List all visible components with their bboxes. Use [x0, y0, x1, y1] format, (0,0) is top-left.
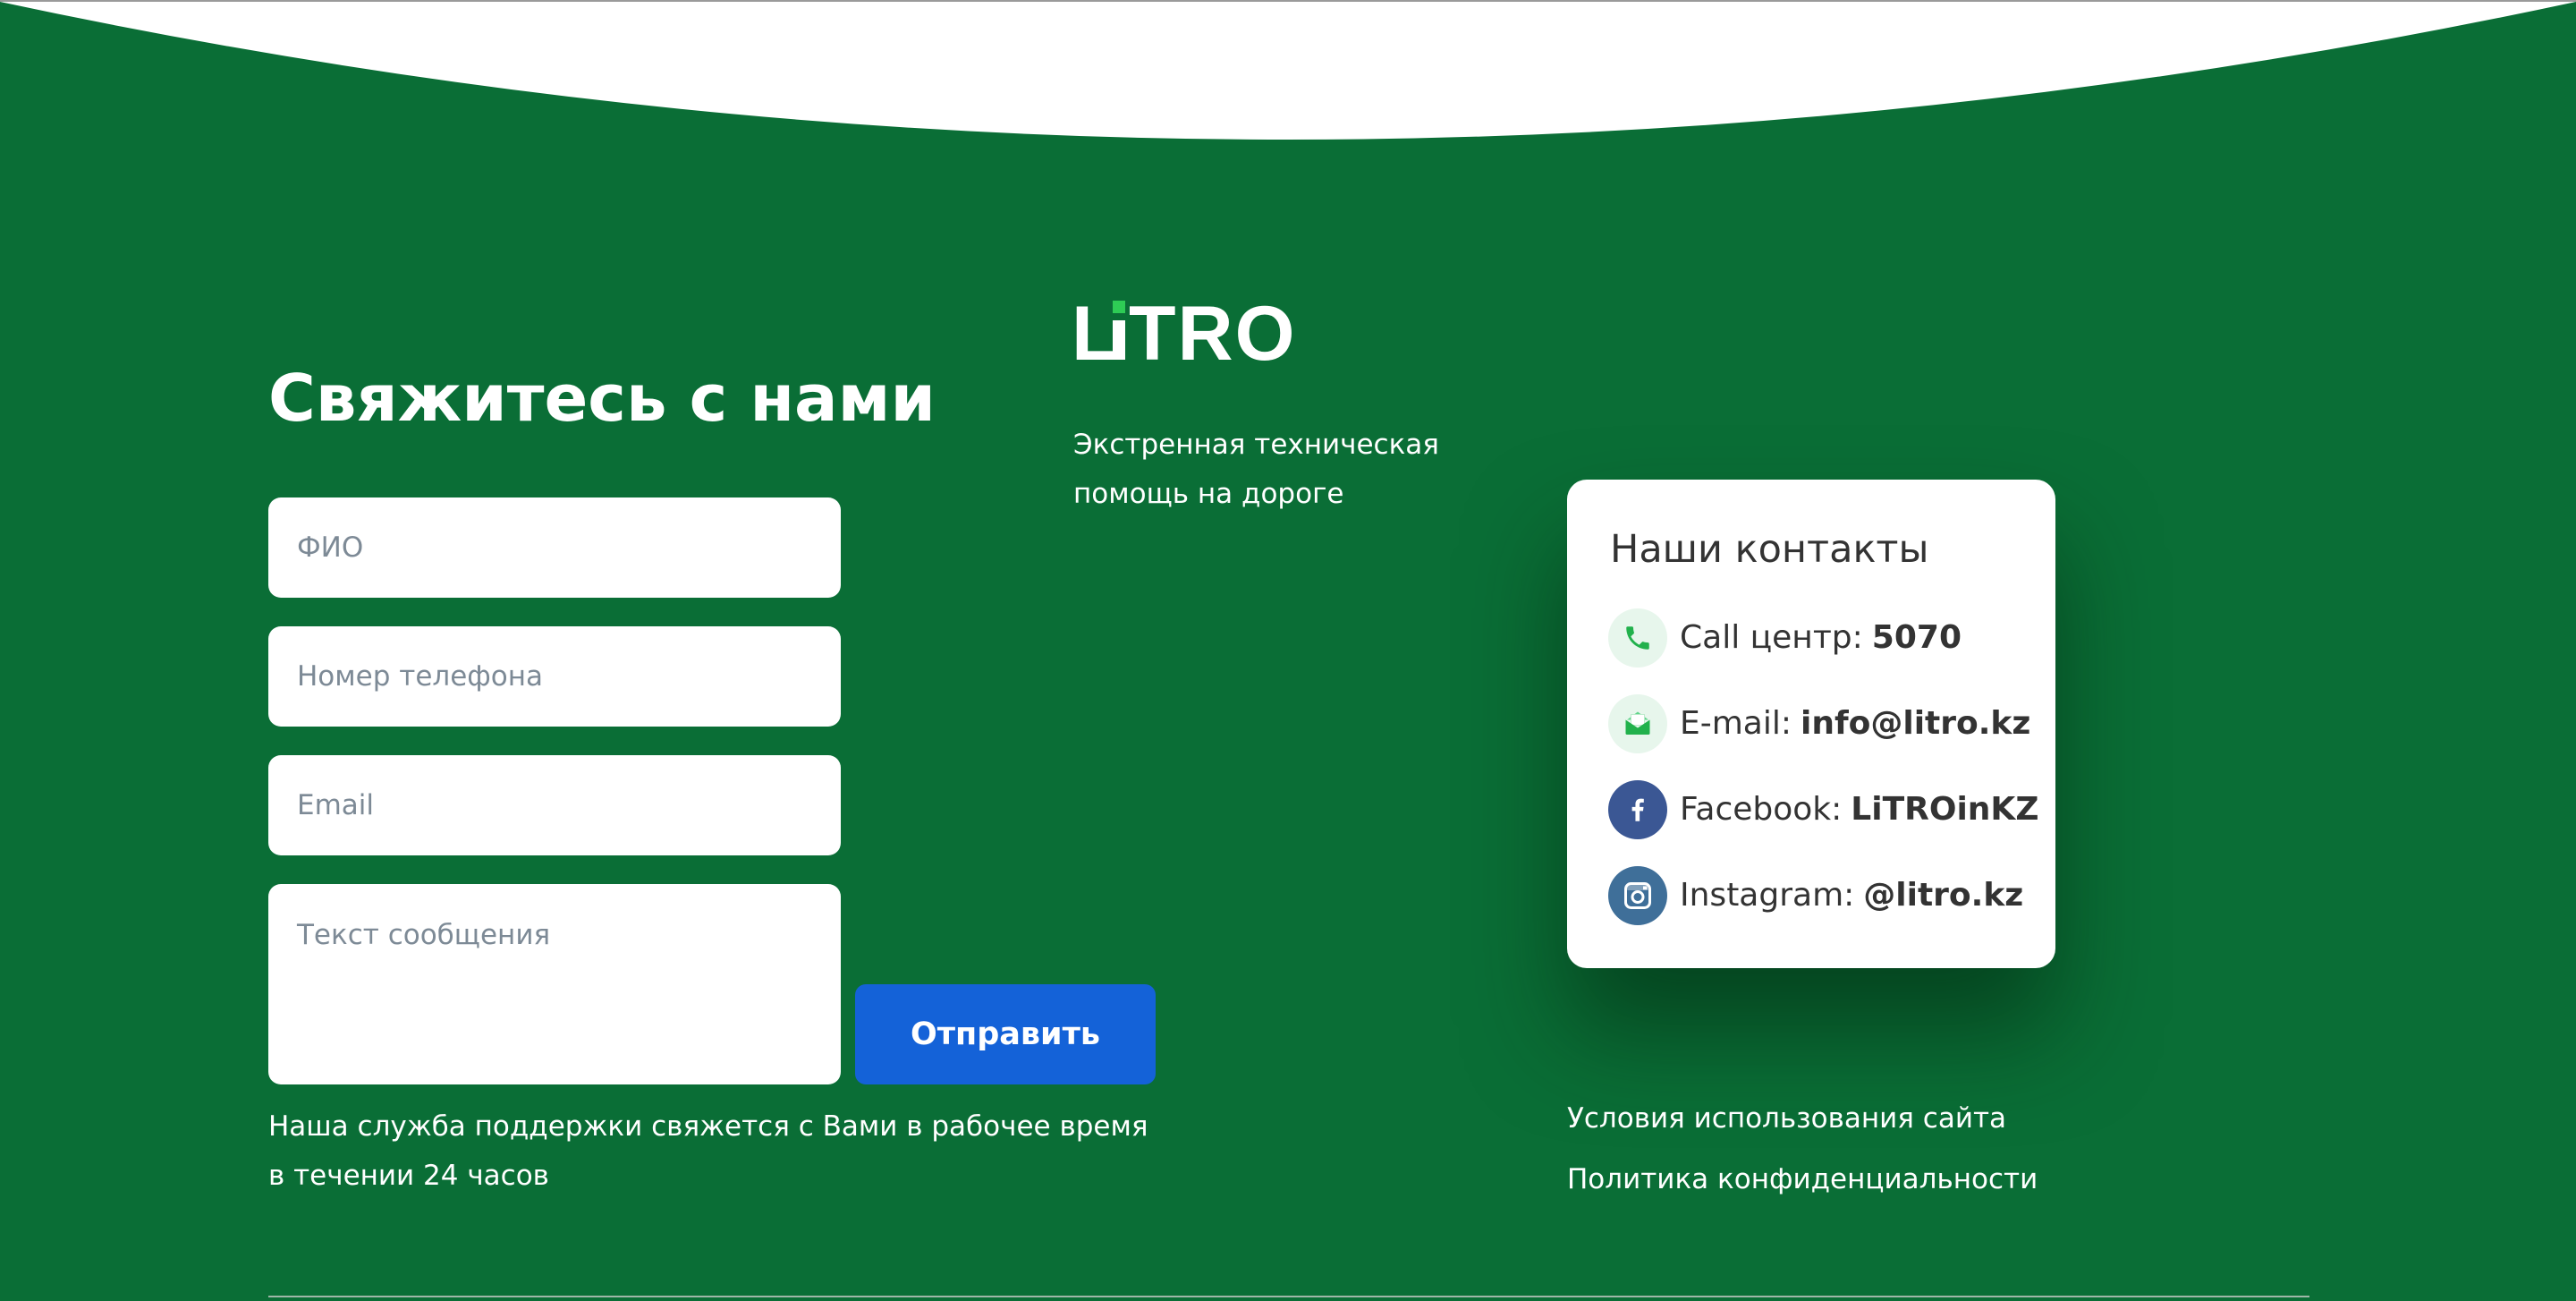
svg-text:TRO: TRO: [1129, 295, 1297, 367]
facebook-value[interactable]: LiTROinKZ: [1851, 791, 2038, 828]
email-input[interactable]: [268, 755, 841, 855]
submit-button[interactable]: Отправить: [855, 984, 1156, 1084]
phone-icon: [1608, 608, 1667, 668]
phone-input[interactable]: [268, 626, 841, 727]
email-value[interactable]: info@litro.kz: [1801, 705, 2030, 742]
contact-row-email[interactable]: E-mail: info@litro.kz: [1608, 694, 2030, 753]
contact-form-title: Свяжитесь с нами: [268, 361, 936, 436]
litro-logo[interactable]: L TRO: [1072, 295, 1313, 367]
facebook-icon: [1608, 780, 1667, 839]
top-wave-divider: [0, 0, 2576, 140]
facebook-text: Facebook: LiTROinKZ: [1680, 780, 2038, 839]
contact-row-facebook[interactable]: Facebook: LiTROinKZ: [1608, 780, 2038, 839]
support-note-line-1: Наша служба поддержки свяжется с Вами в …: [268, 1110, 1148, 1143]
privacy-policy-link[interactable]: Политика конфиденциальности: [1567, 1161, 2038, 1197]
facebook-label: Facebook:: [1680, 791, 1843, 828]
contact-row-call-center[interactable]: Call центр: 5070: [1608, 608, 1962, 668]
instagram-label: Instagram:: [1680, 877, 1855, 914]
message-textarea[interactable]: [268, 884, 841, 1084]
tagline-line-2: помощь на дороге: [1073, 478, 1344, 510]
brand-tagline: Экстренная техническая помощь на дороге: [1073, 421, 1467, 519]
full-name-input[interactable]: [268, 497, 841, 598]
bottom-divider: [268, 1296, 2309, 1297]
tagline-line-1: Экстренная техническая: [1073, 429, 1439, 461]
call-center-value[interactable]: 5070: [1872, 619, 1962, 656]
email-text: E-mail: info@litro.kz: [1680, 694, 2030, 753]
support-note: Наша служба поддержки свяжется с Вами в …: [268, 1102, 1163, 1201]
contacts-card-title: Наши контакты: [1610, 527, 1929, 572]
top-border-line: [0, 0, 2576, 2]
contact-row-instagram[interactable]: Instagram: @litro.kz: [1608, 866, 2023, 925]
instagram-value[interactable]: @litro.kz: [1863, 877, 2023, 914]
support-note-line-2: в течении 24 часов: [268, 1160, 549, 1192]
terms-of-use-link[interactable]: Условия использования сайта: [1567, 1101, 2006, 1136]
instagram-icon: [1608, 866, 1667, 925]
email-icon: [1608, 694, 1667, 753]
contacts-card: Наши контакты Call центр: 5070 E-mail: inf…: [1567, 480, 2055, 968]
email-label: E-mail:: [1680, 705, 1792, 742]
call-center-text: Call центр: 5070: [1680, 608, 1962, 668]
instagram-text: Instagram: @litro.kz: [1680, 866, 2023, 925]
footer-section: Свяжитесь с нами Отправить Наша служба п…: [0, 0, 2576, 1301]
call-center-label: Call центр:: [1680, 619, 1863, 656]
